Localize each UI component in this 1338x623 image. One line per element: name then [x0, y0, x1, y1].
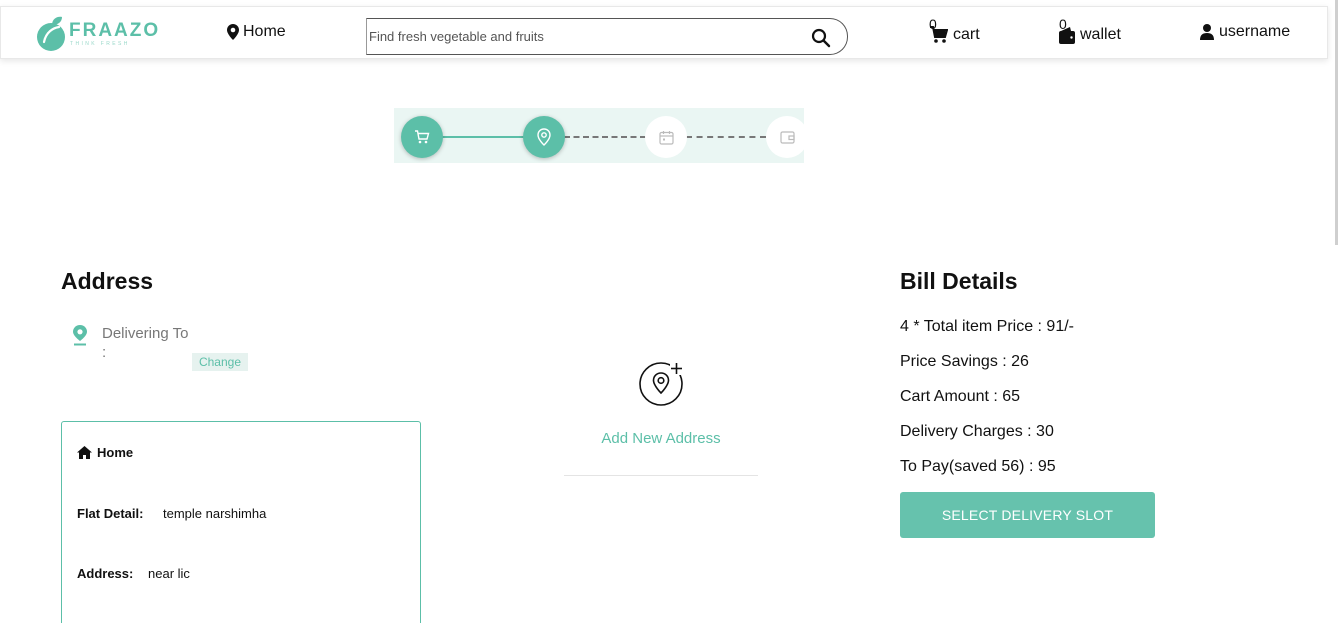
logo-text: FRAAZO: [69, 20, 161, 41]
bill-total-item-price: 4 * Total item Price : 91/-: [900, 318, 1074, 335]
step-address[interactable]: [523, 116, 565, 158]
logo-tagline: THINK FRESH: [70, 41, 130, 47]
address-value: near lic: [148, 566, 190, 581]
user-icon: [1200, 24, 1214, 40]
saved-address-card[interactable]: Home Flat Detail: temple narshimha Addre…: [61, 421, 421, 623]
step-cart[interactable]: [401, 116, 443, 158]
search-icon[interactable]: [811, 28, 831, 48]
bill-cart-amount: Cart Amount : 65: [900, 388, 1021, 405]
wallet-label: wallet: [1080, 26, 1121, 43]
address-row: Address: near lic: [77, 566, 190, 581]
bill-price-savings: Price Savings : 26: [900, 353, 1029, 370]
delivering-to-label: Delivering To :: [102, 325, 189, 361]
bill-delivery-charges: Delivery Charges : 30: [900, 423, 1054, 440]
add-new-address-label: Add New Address: [601, 430, 721, 447]
checkout-stepper: [394, 108, 804, 163]
stepper-line-pending: [564, 136, 646, 138]
step-delivery-slot[interactable]: [645, 116, 687, 158]
step-payment[interactable]: [766, 116, 804, 158]
flat-detail-value: temple narshimha: [163, 506, 267, 521]
location-pin-icon: [73, 325, 87, 346]
leaf-logo-icon: [37, 16, 65, 51]
address-type-label: Home: [97, 445, 134, 460]
cart-icon: [930, 26, 948, 43]
change-address-button[interactable]: Change: [192, 353, 248, 371]
checkout-page: FRAAZO THINK FRESH Home 0: [0, 0, 1338, 623]
wallet-icon: [1059, 26, 1075, 44]
wallet-icon: [779, 131, 795, 144]
stepper-line-pending: [686, 136, 766, 138]
cart-label: cart: [953, 26, 980, 43]
stepper-line-complete: [442, 136, 524, 138]
add-location-icon: [639, 362, 683, 406]
search-input[interactable]: [369, 20, 789, 53]
home-icon: [77, 446, 92, 459]
nav-home-label: Home: [243, 23, 286, 40]
user-menu[interactable]: username: [1200, 23, 1290, 41]
flat-detail-row: Flat Detail: temple narshimha: [77, 506, 266, 521]
location-pin-icon: [227, 24, 239, 40]
calendar-icon: [658, 130, 674, 145]
address-type: Home: [77, 445, 133, 460]
brand-logo[interactable]: FRAAZO THINK FRESH: [37, 16, 158, 52]
top-navbar: FRAAZO THINK FRESH Home 0: [0, 6, 1328, 59]
wallet-link[interactable]: wallet: [1059, 26, 1121, 44]
bill-details-heading: Bill Details: [900, 268, 1018, 294]
address-heading: Address: [61, 268, 154, 294]
add-new-address[interactable]: Add New Address: [564, 360, 758, 476]
bill-to-pay: To Pay(saved 56) : 95: [900, 458, 1056, 475]
flat-detail-key: Flat Detail:: [77, 506, 144, 521]
select-delivery-slot-button[interactable]: SELECT DELIVERY SLOT: [900, 492, 1155, 538]
username-label: username: [1219, 23, 1291, 40]
address-key: Address:: [77, 566, 134, 581]
search-bar: [366, 18, 848, 55]
cart-link[interactable]: cart: [930, 26, 980, 44]
nav-home-link[interactable]: Home: [227, 23, 286, 41]
cart-icon: [415, 130, 430, 144]
location-pin-icon: [537, 128, 551, 146]
